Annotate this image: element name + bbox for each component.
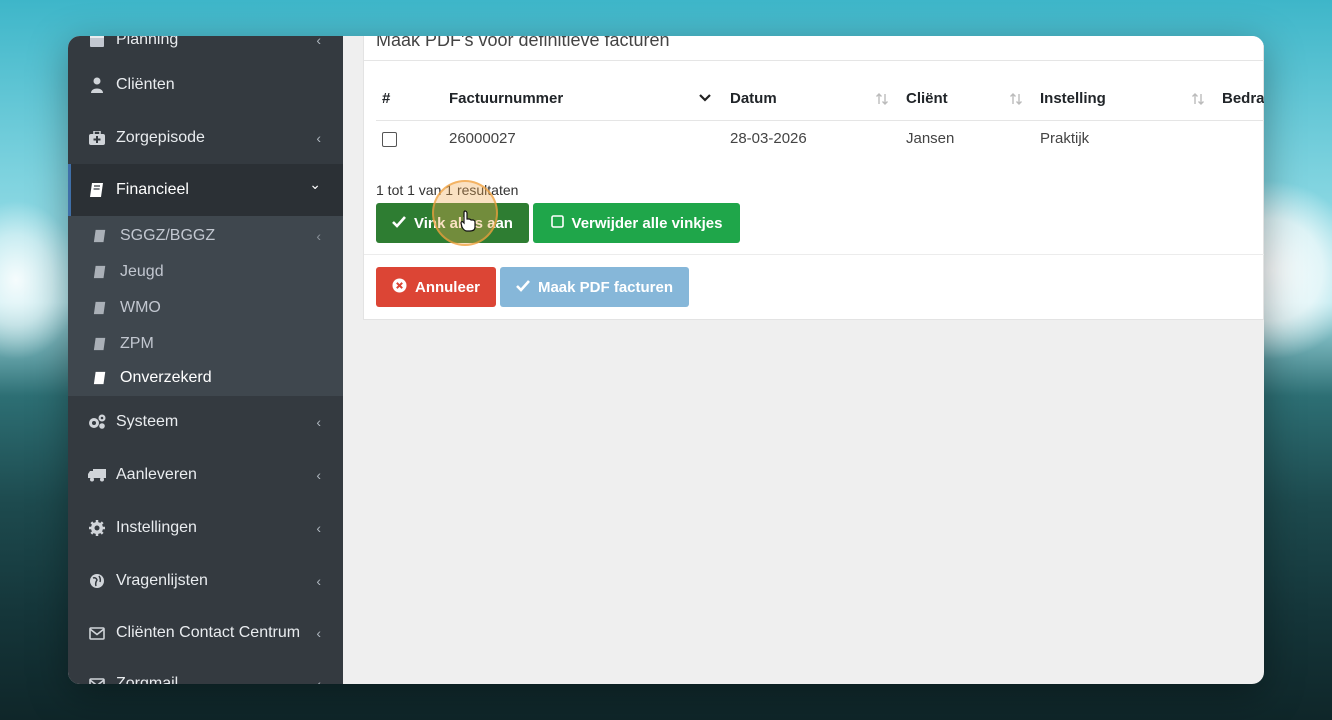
sidebar-subitem-label: ZPM <box>120 335 154 352</box>
book-icon <box>92 300 108 316</box>
sidebar-subitem-label: WMO <box>120 299 161 316</box>
sidebar-item-vragenlijsten[interactable]: Vragenlijsten ‹ <box>68 555 343 607</box>
hand-cursor-icon <box>460 210 476 232</box>
cell-datum: 28-03-2026 <box>730 130 807 147</box>
sidebar-item-instellingen[interactable]: Instellingen ‹ <box>68 502 343 554</box>
sidebar-item-clienten-contact-centrum[interactable]: Cliënten Contact Centrum ‹ <box>68 607 343 659</box>
medkit-icon <box>88 129 106 147</box>
book-icon <box>92 370 108 386</box>
column-header-client[interactable]: Cliënt <box>906 90 948 107</box>
chevron-left-icon: ‹ <box>316 625 321 641</box>
sort-desc-icon[interactable] <box>698 91 712 110</box>
globe-icon <box>88 572 106 590</box>
sidebar-subitem-wmo[interactable]: WMO <box>68 290 343 326</box>
row-checkbox[interactable] <box>382 132 397 147</box>
sort-icon[interactable] <box>1009 92 1023 111</box>
envelope-icon <box>88 675 106 684</box>
chevron-left-icon: ‹ <box>316 414 321 430</box>
column-header-number: # <box>382 90 391 107</box>
app-window: Planning ‹ Cliënten Zorgepisode ‹ Financ… <box>68 36 1264 684</box>
sidebar-subitem-label: Jeugd <box>120 263 164 280</box>
deselect-all-button[interactable]: Verwijder alle vinkjes <box>533 203 740 243</box>
chevron-down-icon: ⌄ <box>309 176 321 192</box>
sidebar-item-label: Zorgepisode <box>116 129 205 146</box>
sidebar-subgroup-financieel: SGGZ/BGGZ ‹ Jeugd WMO ZPM Onverzekerd <box>68 216 343 396</box>
cell-factuurnummer: 26000027 <box>449 130 516 147</box>
sidebar-item-aanleveren[interactable]: Aanleveren ‹ <box>68 449 343 501</box>
sidebar-item-label: Vragenlijsten <box>116 572 208 589</box>
book-icon <box>92 264 108 280</box>
chevron-left-icon: ‹ <box>316 573 321 589</box>
cancel-button[interactable]: Annuleer <box>376 267 496 307</box>
divider <box>376 120 1264 121</box>
gears-icon <box>88 413 106 431</box>
calendar-icon <box>88 36 106 49</box>
main-content: Maak PDF's voor definitieve facturen # F… <box>343 36 1264 684</box>
column-header-bedrag[interactable]: Bedrag <box>1222 90 1264 107</box>
sidebar-item-label: Zorgmail <box>116 675 179 684</box>
sidebar-item-systeem[interactable]: Systeem ‹ <box>68 396 343 448</box>
sidebar-subitem-sggz-bggz[interactable]: SGGZ/BGGZ ‹ <box>68 218 343 254</box>
sidebar-item-label: Cliënten <box>116 76 175 93</box>
sidebar: Planning ‹ Cliënten Zorgepisode ‹ Financ… <box>68 36 343 684</box>
chevron-left-icon: ‹ <box>316 676 321 684</box>
sidebar-subitem-jeugd[interactable]: Jeugd <box>68 254 343 290</box>
sidebar-subitem-label: Onverzekerd <box>120 369 212 386</box>
chevron-left-icon: ‹ <box>316 130 321 146</box>
truck-icon <box>88 466 106 484</box>
sidebar-item-label: Instellingen <box>116 519 197 536</box>
sidebar-subitem-onverzekerd[interactable]: Onverzekerd <box>68 360 343 396</box>
invoice-card: Maak PDF's voor definitieve facturen # F… <box>363 36 1264 320</box>
gear-icon <box>88 519 106 537</box>
divider <box>364 60 1264 61</box>
square-icon <box>550 214 564 232</box>
sidebar-subitem-zpm[interactable]: ZPM <box>68 326 343 362</box>
times-circle-icon <box>392 278 407 297</box>
sidebar-item-zorgmail[interactable]: Zorgmail ‹ <box>68 658 343 684</box>
column-header-instelling[interactable]: Instelling <box>1040 90 1106 107</box>
divider <box>364 254 1264 255</box>
chevron-left-icon: ‹ <box>316 228 321 244</box>
envelope-icon <box>88 624 106 642</box>
sidebar-item-label: Financieel <box>116 181 189 198</box>
book-icon <box>92 228 108 244</box>
check-icon <box>392 215 406 232</box>
user-icon <box>88 76 106 94</box>
sidebar-item-label: Planning <box>116 36 179 48</box>
make-pdf-button[interactable]: Maak PDF facturen <box>500 267 689 307</box>
sidebar-subitem-label: SGGZ/BGGZ <box>120 227 216 244</box>
cancel-label: Annuleer <box>414 278 480 296</box>
sidebar-item-label: Cliënten Contact Centrum <box>116 624 301 641</box>
sidebar-item-zorgepisode[interactable]: Zorgepisode ‹ <box>68 112 343 164</box>
chevron-left-icon: ‹ <box>316 520 321 536</box>
table-header: # Factuurnummer Datum Cliënt Instelling … <box>376 90 1264 122</box>
sidebar-item-label: Aanleveren <box>116 466 197 483</box>
check-icon <box>516 279 530 296</box>
column-header-datum[interactable]: Datum <box>730 90 777 107</box>
sidebar-item-clienten[interactable]: Cliënten <box>68 59 343 111</box>
cell-client: Jansen <box>906 130 955 147</box>
deselect-all-label: Verwijder alle vinkjes <box>571 214 723 232</box>
book-icon <box>92 336 108 352</box>
chevron-left-icon: ‹ <box>316 36 321 48</box>
column-header-factuurnummer[interactable]: Factuurnummer <box>449 90 563 107</box>
make-pdf-label: Maak PDF facturen <box>537 278 674 296</box>
book-icon <box>88 181 106 199</box>
sidebar-item-financieel[interactable]: Financieel ⌄ <box>68 164 343 216</box>
cell-instelling: Praktijk <box>1040 130 1090 147</box>
sort-icon[interactable] <box>1191 92 1205 111</box>
sort-icon[interactable] <box>875 92 889 111</box>
sidebar-item-label: Systeem <box>116 413 179 430</box>
page-title: Maak PDF's voor definitieve facturen <box>376 36 670 50</box>
chevron-left-icon: ‹ <box>316 467 321 483</box>
